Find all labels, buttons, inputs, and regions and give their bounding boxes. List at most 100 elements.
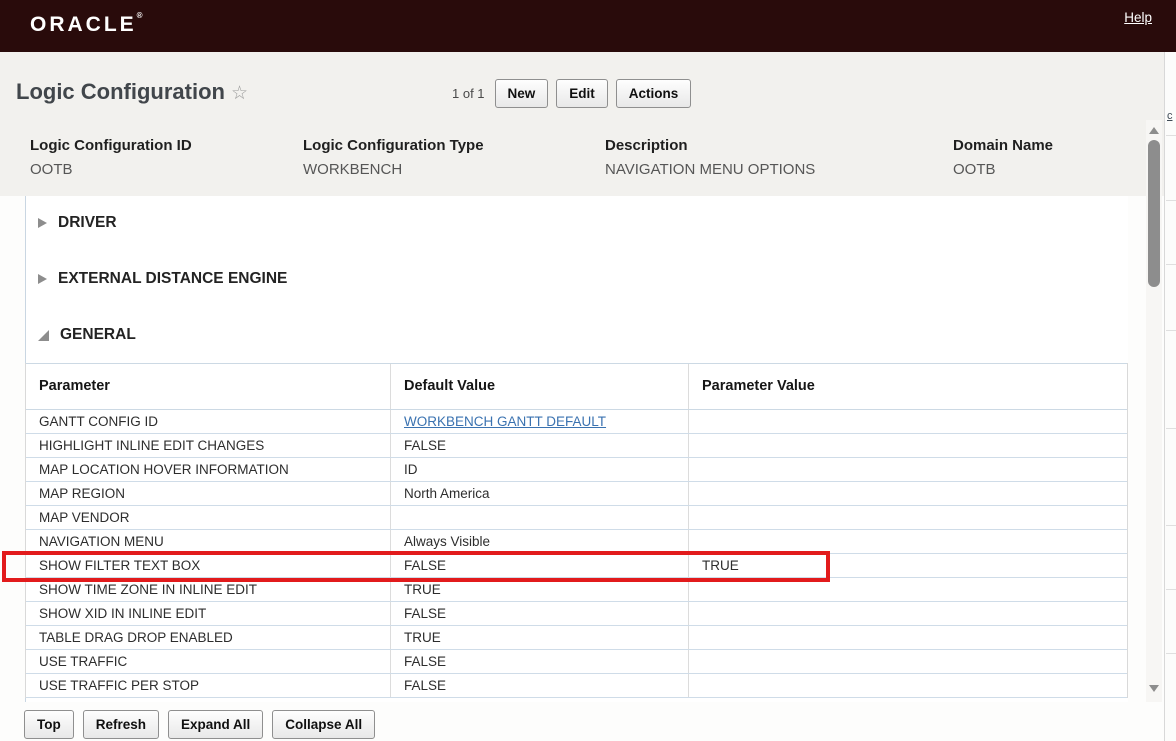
field-label: Logic Configuration Type [303,137,484,154]
section-header[interactable]: GENERAL [38,321,136,349]
field-label: Description [605,137,815,154]
default-value-cell[interactable]: TRUE [391,626,689,649]
field-logic-configuration-type: Logic Configuration Type WORKBENCH [303,137,484,178]
parameter-cell: USE TRAFFIC [26,650,391,673]
table-row[interactable]: USE TRAFFIC FALSE [26,650,1127,674]
parameter-value-cell [689,434,1129,457]
field-description: Description NAVIGATION MENU OPTIONS [605,137,815,178]
parameter-value-cell [689,674,1129,697]
default-value-cell[interactable]: TRUE [391,578,689,601]
parameter-table: Parameter Default Value Parameter Value … [25,363,1128,698]
registered-mark: ® [137,11,143,20]
column-header-default-value: Default Value [391,364,689,409]
column-header-parameter-value: Parameter Value [689,364,1129,409]
parameter-value-cell [689,506,1129,529]
default-value-cell[interactable]: FALSE [391,650,689,673]
default-value-cell[interactable]: ID [391,458,689,481]
parameter-value-cell [689,530,1129,553]
parameter-value-cell [689,458,1129,481]
record-count: 1 of 1 [452,86,485,101]
toolbar-button[interactable]: Edit [556,79,608,108]
toolbar-button[interactable]: New [495,79,549,108]
default-value-cell[interactable]: FALSE [391,674,689,697]
favorite-star-icon[interactable]: ☆ [231,82,248,105]
field-value: NAVIGATION MENU OPTIONS [605,161,815,178]
default-value-cell[interactable]: FALSE [391,602,689,625]
scrollbar-thumb[interactable] [1148,140,1160,287]
page-title: Logic Configuration [16,79,225,105]
parameter-cell: MAP REGION [26,482,391,505]
toolbar-button[interactable]: Actions [616,79,692,108]
edge-artifact-line [1166,264,1176,265]
vertical-scrollbar[interactable] [1146,120,1162,702]
table-row[interactable]: NAVIGATION MENU Always Visible [26,530,1127,554]
parameter-cell: HIGHLIGHT INLINE EDIT CHANGES [26,434,391,457]
table-row[interactable]: MAP REGION North America [26,482,1127,506]
column-header-parameter: Parameter [26,364,391,409]
record-toolbar: 1 of 1 New Edit Actions [452,79,691,108]
parameter-cell: SHOW TIME ZONE IN INLINE EDIT [26,578,391,601]
table-row[interactable]: MAP VENDOR [26,506,1127,530]
field-value: OOTB [30,161,192,178]
edge-artifact-line [1166,428,1176,429]
table-row[interactable]: SHOW TIME ZONE IN INLINE EDIT TRUE [26,578,1127,602]
parameter-cell: SHOW FILTER TEXT BOX [26,554,391,577]
disclosure-triangle-icon[interactable] [38,330,49,341]
section-header[interactable]: DRIVER [38,209,117,237]
parameter-value-cell [689,482,1129,505]
default-value-cell[interactable]: FALSE [391,434,689,457]
parameter-value-cell [689,650,1129,673]
edge-artifact-line [1166,589,1176,590]
footer-button[interactable]: Refresh [83,710,159,739]
parameter-cell: MAP LOCATION HOVER INFORMATION [26,458,391,481]
edge-artifact-line [1166,525,1176,526]
table-row[interactable]: GANTT CONFIG ID WORKBENCH GANTT DEFAULT [26,410,1127,434]
default-value-cell[interactable]: Always Visible [391,530,689,553]
disclosure-triangle-icon[interactable] [38,274,47,284]
parameter-cell: NAVIGATION MENU [26,530,391,553]
table-row[interactable]: USE TRAFFIC PER STOP FALSE [26,674,1127,698]
section-label: DRIVER [58,214,117,232]
table-body: GANTT CONFIG ID WORKBENCH GANTT DEFAULT … [26,410,1127,698]
table-row[interactable]: SHOW FILTER TEXT BOX FALSE TRUE [26,554,1127,578]
footer-button[interactable]: Top [24,710,74,739]
clipped-edge-text: c [1167,110,1173,122]
table-row[interactable]: TABLE DRAG DROP ENABLED TRUE [26,626,1127,650]
disclosure-triangle-icon[interactable] [38,218,47,228]
parameter-cell: USE TRAFFIC PER STOP [26,674,391,697]
clipped-page-edge: c [1164,52,1176,741]
edge-artifact-line [1166,200,1176,201]
table-row[interactable]: MAP LOCATION HOVER INFORMATION ID [26,458,1127,482]
section-label: GENERAL [60,326,136,344]
field-value: OOTB [953,161,1053,178]
footer-toolbar: Top Refresh Expand All Collapse All [24,710,375,739]
parameter-cell: SHOW XID IN INLINE EDIT [26,602,391,625]
parameter-value-cell [689,410,1129,433]
default-value-cell[interactable] [391,506,689,529]
oracle-logo: ORACLE® [30,13,143,37]
section-label: EXTERNAL DISTANCE ENGINE [58,270,287,288]
footer-button[interactable]: Collapse All [272,710,375,739]
scroll-down-arrow-icon[interactable] [1149,685,1159,692]
scroll-up-arrow-icon[interactable] [1149,127,1159,134]
parameter-value-cell: TRUE [689,554,1129,577]
parameter-cell: MAP VENDOR [26,506,391,529]
help-link[interactable]: Help [1124,10,1152,25]
field-value: WORKBENCH [303,161,484,178]
parameter-value-cell [689,602,1129,625]
parameter-cell: TABLE DRAG DROP ENABLED [26,626,391,649]
field-label: Domain Name [953,137,1053,154]
parameter-cell: GANTT CONFIG ID [26,410,391,433]
footer-button[interactable]: Expand All [168,710,263,739]
table-header-row: Parameter Default Value Parameter Value [26,363,1127,410]
edge-artifact-line [1166,135,1176,136]
field-label: Logic Configuration ID [30,137,192,154]
default-value-cell[interactable]: FALSE [391,554,689,577]
default-value-cell[interactable]: North America [391,482,689,505]
parameter-value-cell [689,578,1129,601]
table-row[interactable]: SHOW XID IN INLINE EDIT FALSE [26,602,1127,626]
default-value-cell[interactable]: WORKBENCH GANTT DEFAULT [391,410,689,433]
table-row[interactable]: HIGHLIGHT INLINE EDIT CHANGES FALSE [26,434,1127,458]
section-header[interactable]: EXTERNAL DISTANCE ENGINE [38,265,287,293]
field-logic-configuration-id: Logic Configuration ID OOTB [30,137,192,178]
